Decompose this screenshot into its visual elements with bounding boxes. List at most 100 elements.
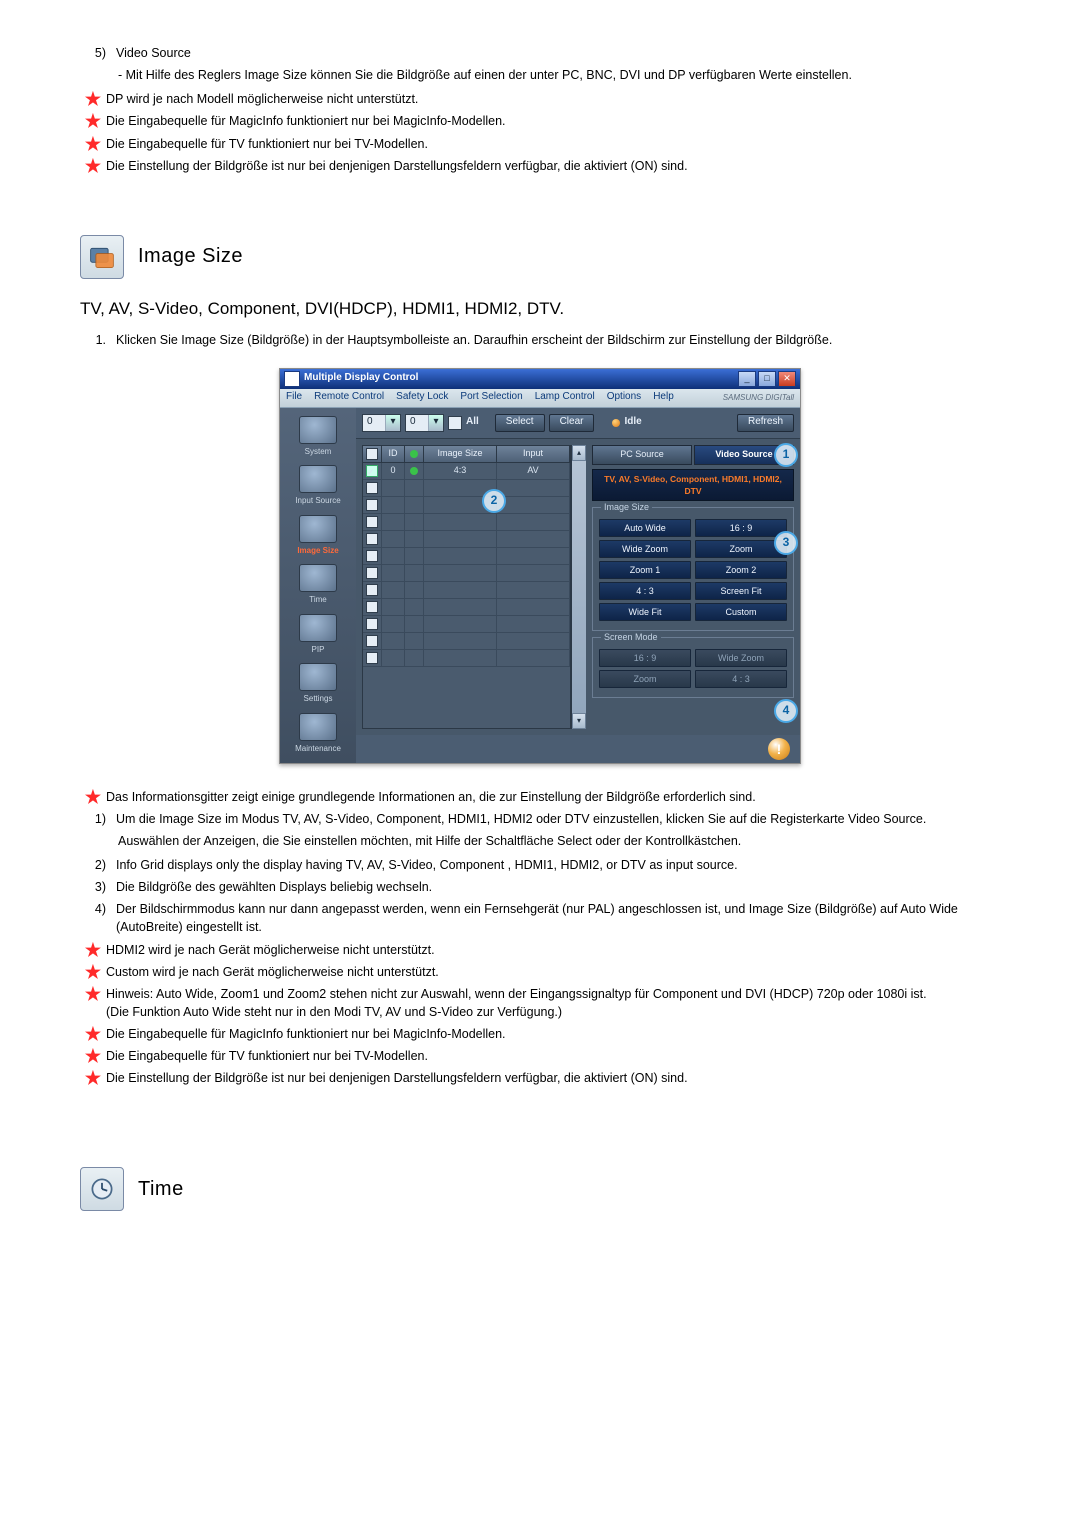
- option-zoom[interactable]: Zoom: [599, 670, 691, 688]
- sidebar-item-label: Maintenance: [295, 743, 341, 755]
- option-4-3[interactable]: 4 : 3: [599, 582, 691, 600]
- titlebar: Multiple Display Control _ □ ✕: [280, 369, 800, 389]
- option-auto-wide[interactable]: Auto Wide: [599, 519, 691, 537]
- section-title-time: Time: [138, 1175, 184, 1204]
- step-text: Klicken Sie Image Size (Bildgröße) in de…: [116, 331, 1000, 349]
- list-item-5: 5) Video Source: [80, 44, 1000, 62]
- sidebar-item-settings[interactable]: Settings: [288, 661, 348, 707]
- star-note: ★ Das Informationsgitter zeigt einige gr…: [80, 788, 1000, 806]
- sidebar-item-system[interactable]: System: [288, 414, 348, 460]
- option-screen-fit[interactable]: Screen Fit: [695, 582, 787, 600]
- table-row: [363, 531, 570, 548]
- combo-1[interactable]: 0▾: [362, 414, 401, 432]
- star-note: ★Die Eingabequelle für MagicInfo funktio…: [80, 112, 1000, 130]
- checkbox-all[interactable]: [448, 416, 462, 430]
- option-custom[interactable]: Custom: [695, 603, 787, 621]
- star-note: ★DP wird je nach Modell möglicherweise n…: [80, 90, 1000, 108]
- sidebar-item-input-source[interactable]: Input Source: [288, 463, 348, 509]
- app-window: Multiple Display Control _ □ ✕ File Remo…: [279, 368, 801, 764]
- star-icon: ★: [80, 157, 106, 175]
- scrollbar-vertical[interactable]: ▴ ▾: [571, 445, 586, 729]
- tab-pc-source[interactable]: PC Source: [592, 445, 692, 465]
- sidebar-item-time[interactable]: Time: [288, 562, 348, 608]
- table-row[interactable]: ✓04:3AV: [363, 463, 570, 480]
- menu-lamp[interactable]: Lamp Control: [535, 390, 595, 405]
- note-text: Hinweis: Auto Wide, Zoom1 und Zoom2 steh…: [106, 985, 1000, 1021]
- window-title: Multiple Display Control: [304, 371, 736, 386]
- fieldset-image-size: Image Size Auto Wide16 : 9Wide ZoomZoomZ…: [592, 507, 794, 631]
- sidebar-icon: [299, 564, 337, 592]
- marker-3: 3: [774, 531, 798, 555]
- scroll-down-icon[interactable]: ▾: [572, 713, 586, 729]
- maximize-button[interactable]: □: [758, 371, 776, 387]
- sidebar-item-label: Input Source: [295, 495, 340, 507]
- star-note: ★Die Eingabequelle für MagicInfo funktio…: [80, 1025, 1000, 1043]
- star-icon: ★: [80, 1069, 106, 1087]
- legend-screen-mode: Screen Mode: [601, 631, 661, 644]
- option-zoom-2[interactable]: Zoom 2: [695, 561, 787, 579]
- item-text: Um die Image Size im Modus TV, AV, S-Vid…: [116, 810, 1000, 828]
- option-wide-fit[interactable]: Wide Fit: [599, 603, 691, 621]
- item-number: 2): [80, 856, 116, 874]
- option-16-9[interactable]: 16 : 9: [695, 519, 787, 537]
- chevron-down-icon: ▾: [385, 415, 400, 431]
- star-note: ★Hinweis: Auto Wide, Zoom1 und Zoom2 ste…: [80, 985, 1000, 1021]
- brand-label: SAMSUNG DIGITall: [723, 392, 794, 404]
- note-text: Die Einstellung der Bildgröße ist nur be…: [106, 1069, 1000, 1087]
- table-row: [363, 565, 570, 582]
- option-wide-zoom[interactable]: Wide Zoom: [599, 540, 691, 558]
- option-wide-zoom[interactable]: Wide Zoom: [695, 649, 787, 667]
- option-4-3[interactable]: 4 : 3: [695, 670, 787, 688]
- step-number: 1.: [80, 331, 116, 349]
- menu-port[interactable]: Port Selection: [460, 390, 522, 405]
- option-zoom-1[interactable]: Zoom 1: [599, 561, 691, 579]
- star-icon: ★: [80, 963, 106, 981]
- table-row: [363, 650, 570, 667]
- table-row: [363, 497, 570, 514]
- note-text: Die Eingabequelle für MagicInfo funktion…: [106, 1025, 1000, 1043]
- star-note: ★Die Eingabequelle für TV funktioniert n…: [80, 135, 1000, 153]
- table-row: [363, 599, 570, 616]
- numbered-item: 1)Um die Image Size im Modus TV, AV, S-V…: [80, 810, 1000, 828]
- minimize-button[interactable]: _: [738, 371, 756, 387]
- note-text: HDMI2 wird je nach Gerät möglicherweise …: [106, 941, 1000, 959]
- sidebar-item-image-size[interactable]: Image Size: [288, 513, 348, 559]
- scroll-up-icon[interactable]: ▴: [572, 445, 586, 461]
- grid-header: ID Image Size Input: [363, 446, 570, 463]
- star-note: ★Die Einstellung der Bildgröße ist nur b…: [80, 1069, 1000, 1087]
- sidebar-item-label: Time: [309, 594, 326, 606]
- item-number: 5): [80, 44, 116, 62]
- menu-safety[interactable]: Safety Lock: [396, 390, 448, 405]
- clear-button[interactable]: Clear: [549, 414, 595, 432]
- toolbar: 0▾ 0▾ All Select Clear Idle Refresh: [356, 408, 800, 439]
- menu-help[interactable]: Help: [653, 390, 674, 405]
- select-button[interactable]: Select: [495, 414, 545, 432]
- star-icon: ★: [80, 1047, 106, 1065]
- close-button[interactable]: ✕: [778, 371, 796, 387]
- combo-2[interactable]: 0▾: [405, 414, 444, 432]
- star-icon: ★: [80, 941, 106, 959]
- star-icon: ★: [80, 112, 106, 130]
- sidebar-item-pip[interactable]: PIP: [288, 612, 348, 658]
- sidebar-item-maintenance[interactable]: Maintenance: [288, 711, 348, 757]
- menu-remote[interactable]: Remote Control: [314, 390, 384, 405]
- fieldset-screen-mode: Screen Mode 16 : 9Wide ZoomZoom4 : 3: [592, 637, 794, 698]
- sidebar-icon: [299, 614, 337, 642]
- col-status: [405, 446, 424, 462]
- note-text: DP wird je nach Modell möglicherweise ni…: [106, 90, 1000, 108]
- numbered-item: 3)Die Bildgröße des gewählten Displays b…: [80, 878, 1000, 896]
- menu-options[interactable]: Options: [607, 390, 641, 405]
- section-title: Image Size: [138, 242, 243, 271]
- item-title: Video Source: [116, 44, 1000, 62]
- menu-file[interactable]: File: [286, 390, 302, 405]
- star-icon: ★: [80, 985, 106, 1003]
- step-1: 1. Klicken Sie Image Size (Bildgröße) in…: [80, 331, 1000, 349]
- sidebar-icon: [299, 713, 337, 741]
- refresh-button[interactable]: Refresh: [737, 414, 794, 432]
- numbered-item: 2)Info Grid displays only the display ha…: [80, 856, 1000, 874]
- note-text: Die Eingabequelle für TV funktioniert nu…: [106, 1047, 1000, 1065]
- section-heading-image-size: Image Size: [80, 235, 1000, 279]
- sidebar-item-label: Image Size: [297, 545, 338, 557]
- option-16-9[interactable]: 16 : 9: [599, 649, 691, 667]
- panel-header: TV, AV, S-Video, Component, HDMI1, HDMI2…: [592, 469, 794, 502]
